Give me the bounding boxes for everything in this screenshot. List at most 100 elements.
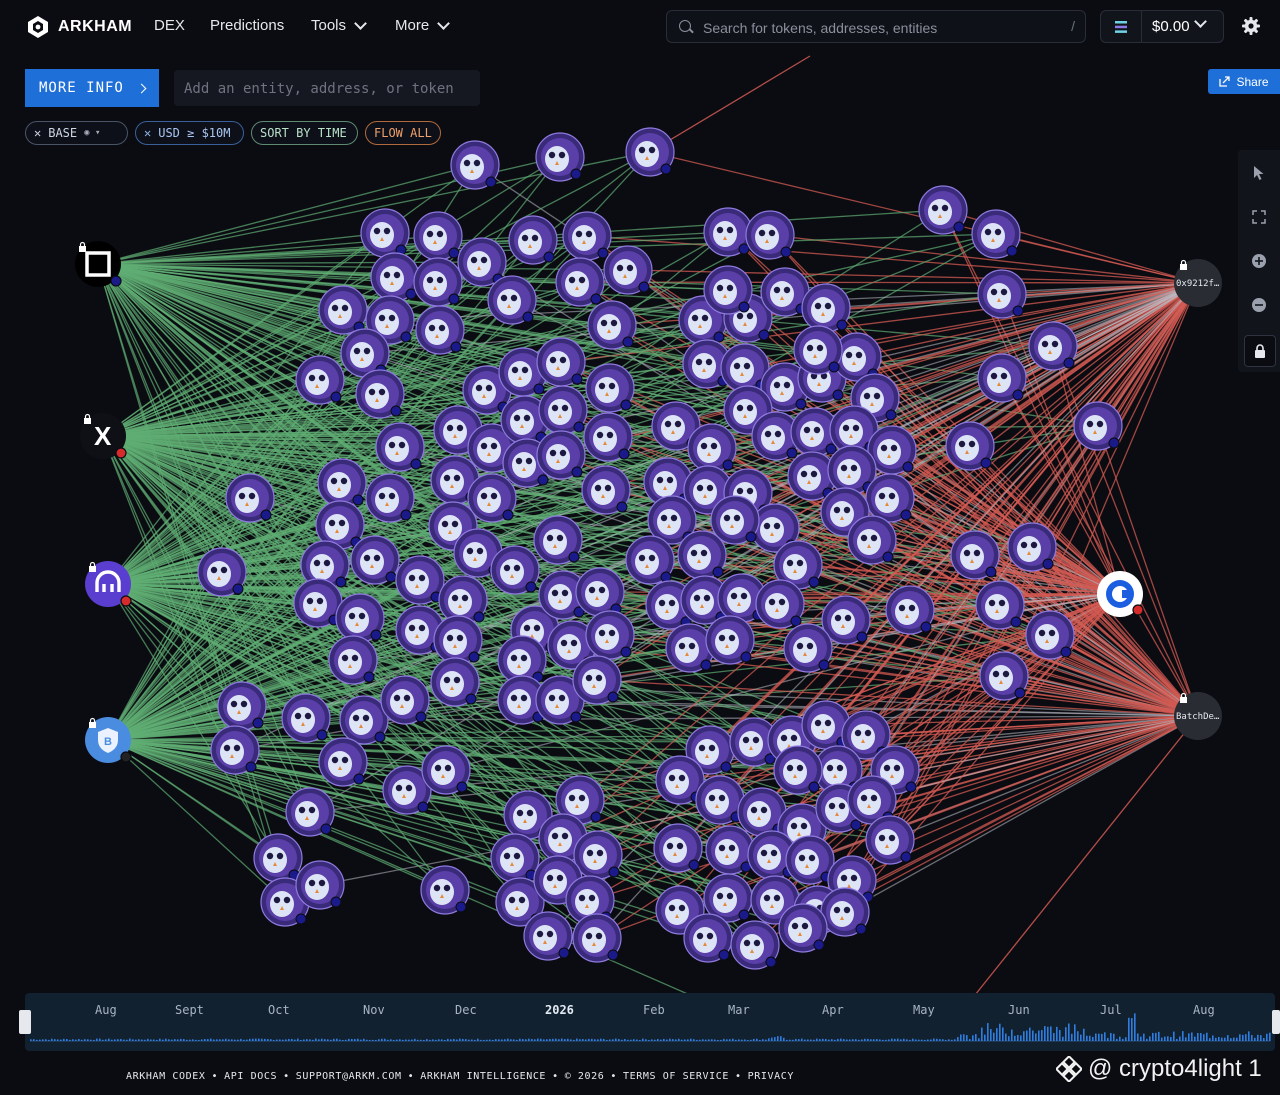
wallet-node[interactable] <box>415 305 465 355</box>
wallet-node[interactable] <box>778 903 828 953</box>
more-info-button[interactable]: MORE INFO <box>25 69 159 107</box>
wallet-node[interactable] <box>625 535 675 585</box>
wallet-node[interactable] <box>587 300 637 350</box>
search-input[interactable] <box>701 17 1045 39</box>
wallet-node[interactable] <box>285 787 335 837</box>
wallet-node[interactable] <box>533 515 583 565</box>
wallet-node[interactable] <box>583 412 633 462</box>
wallet-node[interactable] <box>703 207 753 257</box>
wallet-node[interactable] <box>581 465 631 515</box>
wallet-node[interactable] <box>380 675 430 725</box>
wallet-node[interactable] <box>487 275 537 325</box>
wallet-node[interactable] <box>555 257 605 307</box>
wallet-node[interactable] <box>783 623 833 673</box>
nav-tools[interactable]: Tools <box>311 16 367 34</box>
timeline-handle-start[interactable] <box>19 1010 31 1034</box>
flow-graph[interactable]: X B 0x9212f… BatchDe… <box>0 0 1280 1095</box>
wallet-button[interactable]: $0.00 <box>1100 10 1224 43</box>
footer-link[interactable]: API DOCS <box>224 1071 277 1087</box>
timeline-handle-end[interactable] <box>1272 1010 1280 1034</box>
wallet-node[interactable] <box>197 547 247 597</box>
wallet-node[interactable] <box>695 775 745 825</box>
wallet-node[interactable] <box>653 823 703 873</box>
footer-link[interactable]: © 2026 <box>565 1071 605 1087</box>
entity-node-kraken-icon[interactable] <box>85 561 132 607</box>
wallet-node[interactable] <box>413 257 463 307</box>
wallet-node[interactable] <box>450 140 500 190</box>
wallet-node[interactable] <box>335 593 385 643</box>
footer-link[interactable]: SUPPORT@ARKM.COM <box>296 1071 402 1087</box>
wallet-node[interactable] <box>370 252 420 302</box>
wallet-node[interactable] <box>703 265 753 315</box>
wallet-node[interactable] <box>420 865 470 915</box>
wallet-node[interactable] <box>375 422 425 472</box>
wallet-node[interactable] <box>710 495 760 545</box>
settings-button[interactable] <box>1241 16 1261 41</box>
wallet-node[interactable] <box>865 473 915 523</box>
wallet-node[interactable] <box>523 911 573 961</box>
wallet-node[interactable] <box>793 325 843 375</box>
wallet-node[interactable] <box>538 385 588 435</box>
wallet-node[interactable] <box>573 830 623 880</box>
wallet-node[interactable] <box>885 585 935 635</box>
wallet-node[interactable] <box>355 369 405 419</box>
lock-tool[interactable] <box>1244 335 1276 367</box>
wallet-node[interactable] <box>785 835 835 885</box>
entity-node-address-2[interactable]: BatchDe… <box>1174 692 1222 740</box>
entity-input[interactable] <box>182 78 476 100</box>
wallet-node[interactable] <box>1025 610 1075 660</box>
wallet-node[interactable] <box>536 430 586 480</box>
footer-link[interactable]: TERMS OF SERVICE <box>623 1071 729 1087</box>
wallet-node[interactable] <box>467 473 517 523</box>
filter-chip-sort[interactable]: SORT BY TIME <box>251 121 358 145</box>
wallet-node[interactable] <box>575 567 625 617</box>
close-icon[interactable]: ✕ <box>34 126 41 140</box>
wallet-node[interactable] <box>295 355 345 405</box>
wallet-node[interactable] <box>971 209 1021 259</box>
wallet-node[interactable] <box>977 269 1027 319</box>
wallet-node[interactable] <box>1028 321 1078 371</box>
wallet-node[interactable] <box>490 545 540 595</box>
wallet-node[interactable] <box>585 610 635 660</box>
wallet-node[interactable] <box>975 580 1025 630</box>
wallet-node[interactable] <box>585 363 635 413</box>
wallet-node[interactable] <box>755 579 805 629</box>
filter-chip-flow[interactable]: FLOW ALL <box>365 121 441 145</box>
brand-logo[interactable]: ARKHAM <box>26 14 132 40</box>
wallet-node[interactable] <box>490 833 540 883</box>
wallet-node[interactable] <box>210 725 260 775</box>
close-icon[interactable]: ✕ <box>144 126 151 140</box>
wallet-node[interactable] <box>295 860 345 910</box>
wallet-node[interactable] <box>687 423 737 473</box>
entity-node-coinbase[interactable] <box>1097 571 1144 617</box>
wallet-node[interactable] <box>773 745 823 795</box>
wallet-node[interactable] <box>430 657 480 707</box>
filter-chip-base[interactable]: ✕ BASE ◉ ▾ <box>25 121 128 145</box>
wallet-node[interactable] <box>281 693 331 743</box>
wallet-node[interactable] <box>508 215 558 265</box>
entity-search[interactable] <box>174 70 480 106</box>
footer-link[interactable]: ARKHAM INTELLIGENCE <box>420 1071 546 1087</box>
wallet-node[interactable] <box>536 337 586 387</box>
wallet-node[interactable] <box>979 651 1029 701</box>
wallet-node[interactable] <box>457 237 507 287</box>
fit-view-tool[interactable] <box>1246 204 1272 230</box>
wallet-node[interactable] <box>225 473 275 523</box>
wallet-node[interactable] <box>820 887 870 937</box>
wallet-node[interactable] <box>705 825 755 875</box>
nav-more[interactable]: More <box>395 16 451 34</box>
wallet-node[interactable] <box>918 185 968 235</box>
wallet-node[interactable] <box>801 283 851 333</box>
wallet-node[interactable] <box>293 578 343 628</box>
wallet-node[interactable] <box>572 655 622 705</box>
wallet-node[interactable] <box>865 815 915 865</box>
wallet-node[interactable] <box>253 833 303 883</box>
timeline[interactable]: Aug Sept Oct Nov Dec 2026 Feb Mar Apr May Jun Jul Au… <box>25 993 1275 1051</box>
entity-node-x-exchange-icon[interactable]: X <box>80 413 127 459</box>
wallet-node[interactable] <box>950 530 1000 580</box>
footer-link[interactable]: PRIVACY <box>748 1071 794 1087</box>
wallet-node[interactable] <box>705 615 755 665</box>
wallet-node[interactable] <box>318 737 368 787</box>
zoom-out-tool[interactable] <box>1246 292 1272 318</box>
wallet-node[interactable] <box>350 535 400 585</box>
